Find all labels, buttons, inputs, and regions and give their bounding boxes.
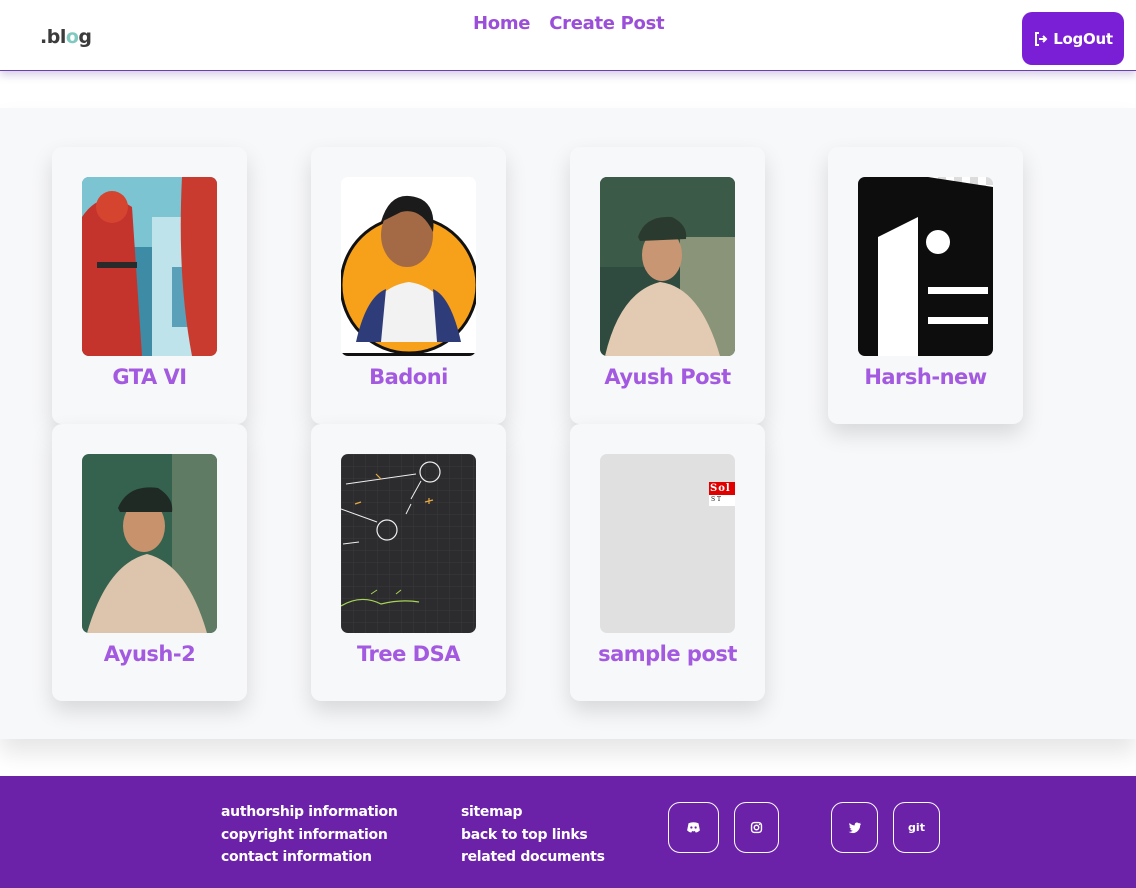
thumbnail-badge: Sol S T — [709, 482, 735, 506]
footer-link-authorship[interactable]: authorship information — [221, 801, 398, 824]
top-navbar: .blog Home Create Post LogOut — [0, 0, 1136, 71]
twitter-button[interactable] — [831, 802, 878, 853]
logout-icon — [1035, 31, 1048, 46]
post-thumbnail[interactable] — [600, 177, 735, 356]
post-card[interactable]: Harsh-new — [828, 147, 1023, 424]
post-title[interactable]: sample post — [570, 642, 765, 666]
site-footer: authorship information copyright informa… — [0, 776, 1136, 888]
post-card[interactable]: Tree DSA — [311, 424, 506, 701]
post-thumbnail[interactable] — [82, 177, 217, 356]
site-logo[interactable]: .blog — [40, 26, 92, 48]
post-card[interactable]: Ayush Post — [570, 147, 765, 424]
post-card[interactable]: GTA VI — [52, 147, 247, 424]
footer-link-contact[interactable]: contact information — [221, 846, 397, 869]
post-title[interactable]: GTA VI — [52, 365, 247, 389]
nav-home-link[interactable]: Home — [473, 13, 531, 34]
footer-links-col-2: sitemap back to top links related docume… — [461, 801, 605, 869]
twitter-icon — [848, 822, 861, 834]
post-thumbnail[interactable] — [858, 177, 993, 356]
post-title[interactable]: Tree DSA — [311, 642, 506, 666]
post-thumbnail[interactable]: Sol S T — [600, 454, 735, 633]
post-thumbnail[interactable] — [82, 454, 217, 633]
instagram-button[interactable] — [734, 802, 779, 853]
nav-create-post-link[interactable]: Create Post — [549, 13, 664, 34]
post-title[interactable]: Badoni — [311, 365, 506, 389]
footer-link-back-to-top[interactable]: back to top links — [461, 824, 605, 847]
logout-button[interactable]: LogOut — [1022, 12, 1124, 65]
post-title[interactable]: Ayush-2 — [52, 642, 247, 666]
post-title[interactable]: Ayush Post — [570, 365, 765, 389]
post-thumbnail[interactable] — [341, 454, 476, 633]
discord-button[interactable] — [668, 802, 719, 853]
github-icon: git — [908, 821, 925, 834]
discord-icon — [687, 822, 700, 833]
footer-link-sitemap[interactable]: sitemap — [461, 801, 605, 824]
github-button[interactable]: git — [893, 802, 940, 853]
main-nav: Home Create Post — [473, 13, 665, 34]
post-title[interactable]: Harsh-new — [828, 365, 1023, 389]
logout-label: LogOut — [1053, 29, 1113, 48]
footer-links-col-1: authorship information copyright informa… — [221, 801, 398, 869]
post-card[interactable]: Badoni — [311, 147, 506, 424]
footer-link-related-docs[interactable]: related documents — [461, 846, 605, 869]
post-card[interactable]: Ayush-2 — [52, 424, 247, 701]
instagram-icon — [750, 821, 763, 834]
post-card[interactable]: Sol S T sample post — [570, 424, 765, 701]
footer-link-copyright[interactable]: copyright information — [221, 824, 397, 847]
post-thumbnail[interactable] — [341, 177, 476, 356]
posts-grid: GTA VI Badoni Ayush Post Harsh-new Ayush… — [0, 108, 1136, 739]
